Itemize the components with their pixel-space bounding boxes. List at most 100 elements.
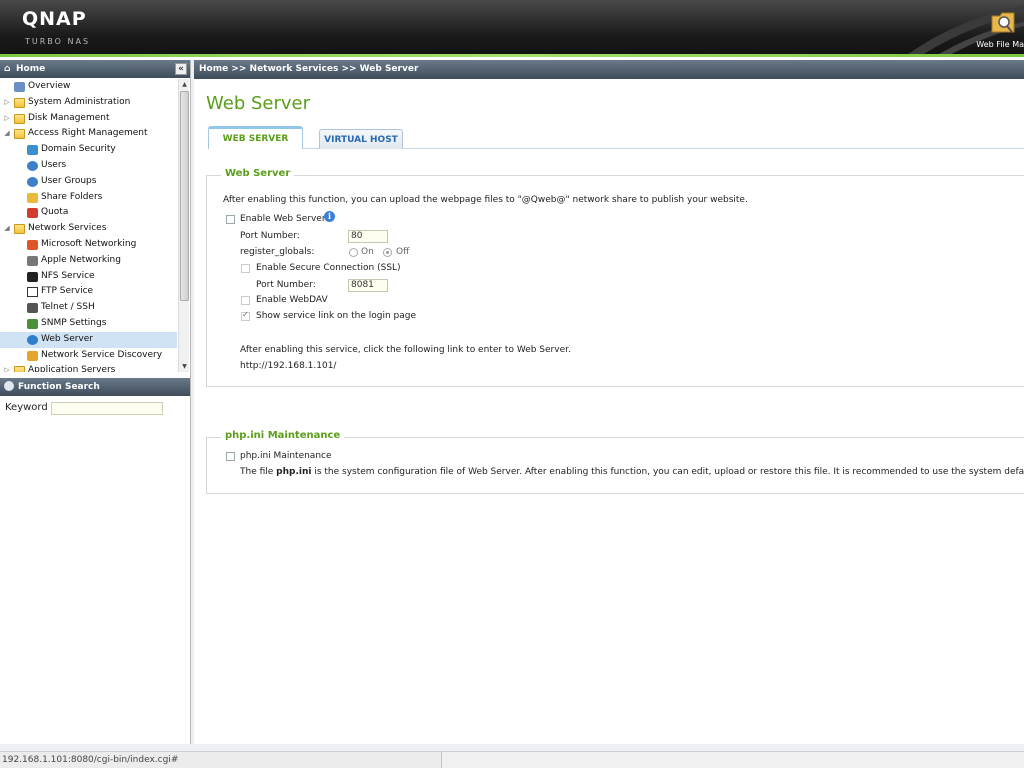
- search-icon: [4, 381, 14, 391]
- sidebar-item-domain-security[interactable]: Domain Security: [0, 142, 177, 158]
- sidebar-item-application-servers[interactable]: ▷ Application Servers: [0, 363, 177, 372]
- sidebar-item-label: Domain Security: [41, 144, 116, 155]
- sidebar-item-microsoft-networking[interactable]: Microsoft Networking: [0, 237, 177, 253]
- collapse-panel-button[interactable]: «: [175, 63, 187, 75]
- ftp-icon: [27, 287, 38, 298]
- scroll-up-arrow-icon[interactable]: ▲: [179, 79, 190, 90]
- overview-icon: [14, 82, 25, 92]
- sidebar-item-quota[interactable]: Quota: [0, 205, 177, 221]
- keyword-label: Keyword :: [5, 402, 55, 413]
- sidebar-item-snmp-settings[interactable]: SNMP Settings: [0, 316, 177, 332]
- sidebar-item-access-right-management[interactable]: ◢ Access Right Management: [0, 126, 177, 142]
- sidebar-item-label: Apple Networking: [41, 254, 121, 265]
- port-number-field[interactable]: 80: [348, 230, 388, 243]
- nav-tree: Overview ▷ System Administration ▷ Disk Mana…: [0, 79, 177, 372]
- sidebar-item-telnet-ssh[interactable]: Telnet / SSH: [0, 300, 177, 316]
- sidebar-item-label: System Administration: [28, 96, 131, 107]
- php-ini-group: php.ini Maintenance php.ini Maintenance …: [206, 430, 1024, 494]
- sidebar-item-web-server[interactable]: Web Server: [0, 331, 177, 348]
- web-server-group-title: Web Server: [221, 168, 295, 179]
- sidebar-item-label: Microsoft Networking: [41, 238, 137, 249]
- enable-web-server-checkbox[interactable]: [226, 215, 235, 224]
- sidebar-item-label: Overview: [28, 81, 71, 91]
- sidebar-item-network-services[interactable]: ◢ Network Services: [0, 221, 177, 237]
- sidebar-item-apple-networking[interactable]: Apple Networking: [0, 253, 177, 269]
- folder-open-icon: [14, 224, 25, 235]
- sidebar-item-system-administration[interactable]: ▷ System Administration: [0, 95, 177, 111]
- breadcrumb: Home >> Network Services >> Web Server: [194, 60, 1024, 79]
- sidebar-item-disk-management[interactable]: ▷ Disk Management: [0, 111, 177, 127]
- register-globals-on-label: On: [361, 247, 374, 257]
- page-title: Web Server: [206, 93, 310, 114]
- sidebar-item-label: Telnet / SSH: [41, 302, 95, 313]
- expand-arrow-icon[interactable]: ▷: [3, 363, 11, 372]
- sidebar-item-label: Network Service Discovery: [41, 349, 163, 360]
- folder-icon: [14, 97, 25, 108]
- terminal-icon: [27, 303, 38, 314]
- nav-tree-scrollbar[interactable]: ▲ ▼: [178, 79, 189, 372]
- php-ini-desc-suffix: is the system configuration file of Web …: [311, 467, 1024, 477]
- sidebar-item-label: Disk Management: [28, 112, 110, 123]
- sidebar-item-label: Application Servers: [28, 365, 116, 372]
- show-service-link-checkbox[interactable]: [241, 310, 250, 321]
- home-icon: ⌂: [4, 64, 11, 74]
- enable-ssl-checkbox[interactable]: [241, 264, 250, 273]
- sidebar-item-label: SNMP Settings: [41, 317, 107, 328]
- after-enabling-text: After enabling this service, click the f…: [240, 345, 571, 355]
- php-ini-desc-bold: php.ini: [276, 467, 312, 477]
- sidebar-item-overview[interactable]: Overview: [0, 79, 177, 95]
- sidebar-item-user-groups[interactable]: User Groups: [0, 174, 177, 190]
- port-number-label: Port Number:: [240, 231, 300, 241]
- register-globals-label: register_globals:: [240, 247, 315, 257]
- windows-icon: [27, 239, 38, 250]
- ssl-port-number-label: Port Number:: [256, 280, 316, 290]
- enable-web-server-label: Enable Web Server: [240, 214, 326, 224]
- scroll-down-arrow-icon[interactable]: ▼: [179, 361, 190, 372]
- php-ini-maintenance-checkbox[interactable]: [226, 452, 235, 461]
- expand-arrow-icon[interactable]: ▷: [3, 111, 11, 127]
- web-file-manager-link[interactable]: Web File Ma: [976, 40, 1024, 49]
- register-globals-off-radio[interactable]: [383, 248, 392, 257]
- folder-icon: [14, 366, 25, 372]
- sidebar-item-nfs-service[interactable]: NFS Service: [0, 269, 177, 285]
- sidebar-item-label: Users: [41, 159, 67, 170]
- quota-icon: [27, 208, 38, 219]
- sidebar-item-label: Access Right Management: [28, 128, 148, 139]
- collapse-arrow-icon[interactable]: ◢: [3, 221, 11, 237]
- domain-security-icon: [27, 145, 38, 156]
- sidebar-item-share-folders[interactable]: Share Folders: [0, 190, 177, 206]
- linux-penguin-icon: [27, 271, 38, 282]
- sidebar-item-label: User Groups: [41, 175, 97, 186]
- expand-arrow-icon[interactable]: ▷: [3, 95, 11, 111]
- bottom-frame: [0, 744, 1024, 751]
- web-file-manager-icon[interactable]: [990, 8, 1016, 36]
- info-icon[interactable]: i: [324, 211, 335, 222]
- php-ini-group-title: php.ini Maintenance: [221, 430, 345, 441]
- collapse-arrow-icon[interactable]: ◢: [3, 126, 11, 142]
- tab-virtual-host[interactable]: VIRTUAL HOST: [319, 129, 403, 149]
- user-icon: [27, 160, 38, 171]
- scroll-thumb[interactable]: [180, 91, 189, 301]
- apple-icon: [27, 255, 38, 266]
- enable-webdav-checkbox[interactable]: [241, 296, 250, 305]
- php-ini-maintenance-label: php.ini Maintenance: [240, 451, 332, 461]
- sidebar-item-label: Share Folders: [41, 191, 103, 202]
- header-accent-line: [0, 54, 1024, 57]
- app-header: QNAP TURBO NAS Web File Ma: [0, 0, 1024, 57]
- enable-webdav-label: Enable WebDAV: [256, 295, 328, 305]
- register-globals-on-radio[interactable]: [349, 248, 358, 257]
- sidebar-item-label: Network Services: [28, 223, 107, 234]
- web-server-description: After enabling this function, you can up…: [223, 195, 748, 205]
- web-server-url-link[interactable]: http://192.168.1.101/: [240, 361, 336, 371]
- keyword-search-input[interactable]: [51, 402, 163, 415]
- sidebar-item-users[interactable]: Users: [0, 158, 177, 174]
- sidebar-item-ftp-service[interactable]: FTP Service: [0, 284, 177, 300]
- register-globals-off-label: Off: [396, 247, 410, 257]
- sidebar-item-label: Web Server: [41, 333, 93, 344]
- qnap-logo: QNAP: [22, 8, 87, 30]
- ssl-port-number-field[interactable]: 8081: [348, 279, 388, 292]
- tab-web-server[interactable]: WEB SERVER: [208, 126, 303, 149]
- sidebar-item-network-service-discovery[interactable]: Network Service Discovery: [0, 348, 177, 364]
- php-ini-description: The file php.ini is the system configura…: [240, 467, 1024, 477]
- web-server-group: Web Server After enabling this function,…: [206, 168, 1024, 387]
